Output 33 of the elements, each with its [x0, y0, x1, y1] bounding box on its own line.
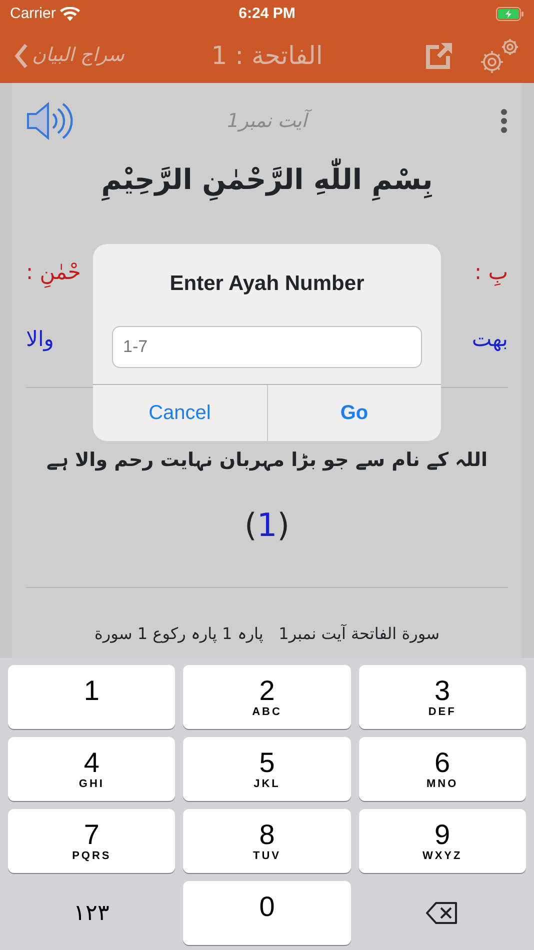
keypad-key[interactable]: 4 GHI — [8, 737, 176, 801]
wifi-icon — [60, 7, 80, 21]
arabic-verse: بِسْمِ اللّٰهِ الرَّحْمٰنِ الرَّحِيْمِ — [26, 159, 508, 237]
surah-title: الفاتحة : 1 — [211, 40, 323, 72]
carrier-label: Carrier — [10, 4, 56, 24]
keypad-key[interactable]: 7 PQRS — [8, 809, 176, 873]
numbers-key[interactable]: ١٢٣ — [8, 881, 176, 945]
ayah-input-field[interactable]: 1-7 — [112, 326, 422, 368]
ayah-number-label: آیت نمبر1 — [219, 104, 315, 138]
keypad-key[interactable]: 9 WXYZ — [358, 809, 526, 873]
more-icon[interactable] — [500, 108, 508, 134]
keypad-key[interactable]: 1 — [8, 665, 176, 729]
verse-reference: سورة الفاتحة آیت نمبر1 پارہ 1 پارہ رکوع 1 سورة — [94, 623, 440, 645]
keypad-key[interactable]: 8 TUV — [183, 809, 351, 873]
clock-time: 6:24 PM — [238, 4, 296, 24]
share-icon[interactable] — [424, 40, 454, 70]
backspace-icon — [426, 902, 458, 924]
battery-icon — [496, 7, 524, 21]
dialog-title: Enter Ayah Number — [168, 271, 366, 297]
arabic-word: حْمٰنِ : — [26, 257, 81, 289]
speaker-icon[interactable] — [26, 101, 74, 141]
keypad-key[interactable]: 5 JKL — [183, 737, 351, 801]
keypad-key[interactable]: 3 DEF — [358, 665, 526, 729]
arabic-word: بِ : — [474, 259, 508, 288]
settings-icon[interactable] — [478, 38, 520, 74]
chevron-left-icon — [14, 42, 28, 68]
word-meaning: والا — [26, 326, 54, 354]
keypad-key[interactable]: 2 ABC — [183, 665, 351, 729]
word-meaning: بهت — [472, 326, 508, 354]
keypad-key[interactable]: 0 — [183, 881, 351, 945]
ayah-marker: (1) — [244, 508, 290, 544]
keypad-key[interactable]: 6 MNO — [358, 737, 526, 801]
urdu-translation: اللہ کے نام سے جو بڑا مہربان نہایت رحم والا ہے — [46, 448, 488, 473]
